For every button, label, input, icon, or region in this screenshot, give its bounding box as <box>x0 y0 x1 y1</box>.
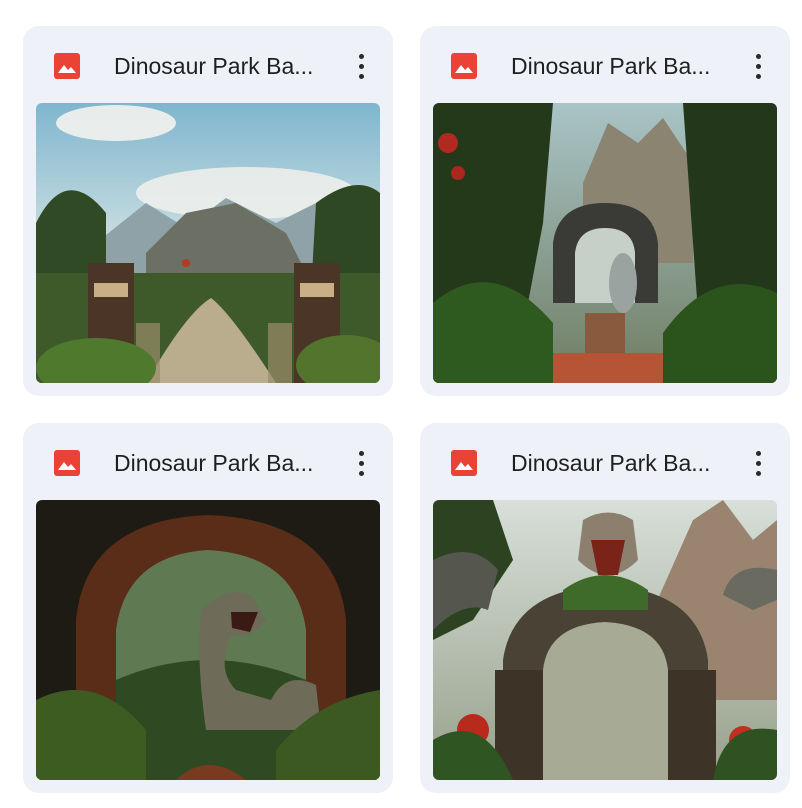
file-thumbnail[interactable] <box>36 500 380 780</box>
more-vert-icon <box>358 450 364 456</box>
image-file-icon <box>54 450 80 476</box>
file-card[interactable]: Dinosaur Park Ba... <box>420 26 790 396</box>
more-vert-icon <box>755 53 761 59</box>
file-card[interactable]: Dinosaur Park Ba... <box>23 423 393 793</box>
more-options-button[interactable] <box>744 48 772 84</box>
more-options-button[interactable] <box>347 445 375 481</box>
more-options-button[interactable] <box>347 48 375 84</box>
file-thumbnail[interactable] <box>36 103 380 383</box>
more-options-button[interactable] <box>744 445 772 481</box>
file-title: Dinosaur Park Ba... <box>114 450 314 476</box>
file-title: Dinosaur Park Ba... <box>511 53 711 79</box>
more-vert-icon <box>358 53 364 59</box>
image-file-icon <box>451 450 477 476</box>
file-title: Dinosaur Park Ba... <box>511 450 711 476</box>
file-card[interactable]: Dinosaur Park Ba... <box>420 423 790 793</box>
file-card-header: Dinosaur Park Ba... <box>420 26 790 104</box>
file-thumbnail[interactable] <box>433 103 777 383</box>
more-vert-icon <box>755 450 761 456</box>
file-card-header: Dinosaur Park Ba... <box>420 423 790 501</box>
file-title: Dinosaur Park Ba... <box>114 53 314 79</box>
file-card-header: Dinosaur Park Ba... <box>23 423 393 501</box>
file-card-header: Dinosaur Park Ba... <box>23 26 393 104</box>
file-thumbnail[interactable] <box>433 500 777 780</box>
file-card[interactable]: Dinosaur Park Ba... <box>23 26 393 396</box>
image-file-icon <box>451 53 477 79</box>
image-file-icon <box>54 53 80 79</box>
file-grid: Dinosaur Park Ba... Dinosaur Park Ba... … <box>0 0 802 808</box>
